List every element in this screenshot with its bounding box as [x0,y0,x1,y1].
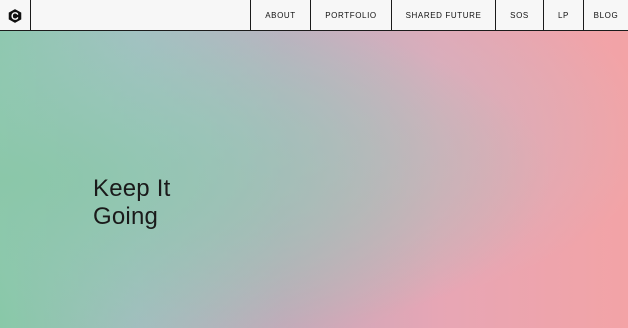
page: ABOUT PORTFOLIO SHARED FUTURE SOS LP BLO… [0,0,628,328]
main-navigation: ABOUT PORTFOLIO SHARED FUTURE SOS LP BLO… [250,0,628,31]
hexagon-c-logo-icon [7,8,23,24]
top-navigation-bar: ABOUT PORTFOLIO SHARED FUTURE SOS LP BLO… [0,0,628,31]
header-spacer [31,0,250,30]
nav-item-shared-future[interactable]: SHARED FUTURE [391,0,495,31]
nav-item-lp[interactable]: LP [543,0,583,31]
nav-item-about[interactable]: ABOUT [250,0,310,31]
nav-item-portfolio[interactable]: PORTFOLIO [310,0,391,31]
home-logo-link[interactable] [0,0,31,31]
nav-item-sos[interactable]: SOS [495,0,543,31]
nav-item-blog[interactable]: BLOG [583,0,628,31]
hero-section: Keep It Going [0,31,628,328]
hero-title: Keep It Going [93,175,170,231]
hero-title-line-2: Going [93,203,159,230]
hero-title-line-1: Keep It [93,175,171,202]
